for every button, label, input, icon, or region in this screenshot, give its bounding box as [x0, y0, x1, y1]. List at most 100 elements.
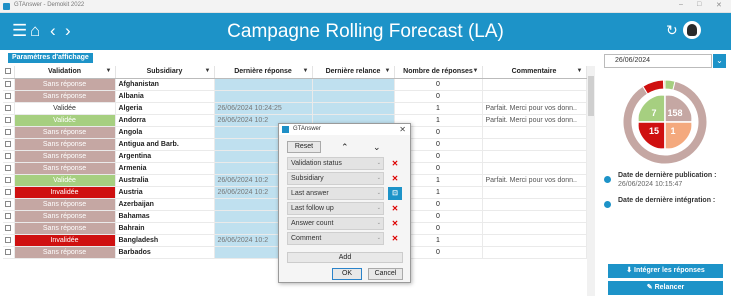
select-all-checkbox[interactable]: [3, 66, 15, 79]
filter-dropdown-icon[interactable]: ▼: [577, 68, 583, 74]
remove-icon[interactable]: ✕: [388, 172, 402, 185]
column-list-item[interactable]: Last follow up ⌄ ✕: [287, 202, 403, 215]
row-checkbox[interactable]: [3, 90, 15, 103]
grid-scrollbar[interactable]: [587, 66, 595, 296]
chevron-down-icon: ⌄: [376, 160, 381, 166]
app-icon: [3, 3, 10, 10]
chevron-down-icon: ⌄: [376, 175, 381, 181]
row-checkbox[interactable]: [3, 210, 15, 224]
add-button[interactable]: Add: [287, 252, 403, 263]
row-checkbox[interactable]: [3, 138, 15, 151]
display-settings-button[interactable]: Paramètres d'affichage: [8, 53, 93, 63]
row-checkbox[interactable]: [3, 198, 15, 212]
column-list-item[interactable]: Last answer ⌄ ⊡: [287, 187, 403, 200]
integrate-responses-button[interactable]: ⬇ Intégrer les réponses: [608, 264, 723, 278]
filter-dropdown-icon[interactable]: ▼: [473, 68, 479, 74]
reset-button[interactable]: Reset: [287, 141, 321, 153]
status-donut-chart: 7 158 15 1: [622, 79, 708, 165]
subsidiary-cell: Angola: [115, 126, 215, 139]
validation-status-cell[interactable]: Sans réponse: [14, 138, 116, 151]
maximize-button[interactable]: □: [697, 1, 701, 8]
row-checkbox[interactable]: [3, 222, 15, 236]
donut-ring-slice: [663, 79, 666, 90]
minimize-button[interactable]: –: [679, 1, 683, 8]
column-header-subsidiary[interactable]: Subsidiary ▼: [115, 66, 215, 79]
column-select[interactable]: Last follow up ⌄: [287, 202, 384, 215]
row-checkbox[interactable]: [3, 246, 15, 260]
move-up-icon[interactable]: ⌃: [341, 141, 349, 153]
date-select[interactable]: 26/06/2024: [604, 54, 712, 68]
chevron-down-icon[interactable]: ⌄: [713, 54, 726, 68]
remove-icon[interactable]: ✕: [388, 217, 402, 230]
column-header-last-answer[interactable]: Dernière réponse ▼: [214, 66, 313, 79]
validation-status-cell[interactable]: Sans réponse: [14, 198, 116, 212]
column-select[interactable]: Last answer ⌄: [287, 187, 384, 200]
last-answer-cell: 26/06/2024 10:24:25: [214, 102, 313, 115]
close-icon[interactable]: ✕: [399, 124, 406, 135]
validation-status-cell[interactable]: Sans réponse: [14, 78, 116, 91]
row-checkbox[interactable]: [3, 78, 15, 91]
column-header-comment[interactable]: Commentaire ▼: [482, 66, 587, 79]
validation-status-cell[interactable]: Sans réponse: [14, 90, 116, 103]
dialog-title: GTAnswer: [279, 124, 410, 135]
remove-icon[interactable]: ✕: [388, 157, 402, 170]
column-select[interactable]: Answer count ⌄: [287, 217, 384, 230]
last-integration-label: Date de dernière intégration :: [618, 197, 716, 204]
comment-cell: [482, 210, 587, 224]
filter-dropdown-icon[interactable]: ▼: [106, 68, 112, 74]
app-header: ☰ ⌂ ‹ › Campagne Rolling Forecast (LA) ↻: [0, 13, 731, 50]
row-checkbox[interactable]: [3, 150, 15, 163]
row-checkbox[interactable]: [3, 234, 15, 248]
column-list-item[interactable]: Validation status ⌄ ✕: [287, 157, 403, 170]
chevron-down-icon: ⌄: [376, 205, 381, 211]
refresh-icon[interactable]: ↻: [666, 22, 678, 39]
validation-status-cell[interactable]: Sans réponse: [14, 210, 116, 224]
validation-status-cell[interactable]: Validée: [14, 114, 116, 127]
column-header-answer-count[interactable]: Nombre de réponses ▼: [394, 66, 483, 79]
move-down-icon[interactable]: ⌄: [373, 141, 381, 153]
page-title: Campagne Rolling Forecast (LA): [227, 21, 504, 42]
last-followup-cell: [312, 102, 395, 115]
validation-status-cell[interactable]: Sans réponse: [14, 246, 116, 260]
column-list-item[interactable]: Answer count ⌄ ✕: [287, 217, 403, 230]
column-header-validation[interactable]: Validation ▼: [14, 66, 116, 79]
validation-status-cell[interactable]: Validée: [14, 102, 116, 115]
validation-status-cell[interactable]: Sans réponse: [14, 150, 116, 163]
relaunch-button[interactable]: ✎ Relancer: [608, 281, 723, 295]
validation-status-cell[interactable]: Invalidée: [14, 234, 116, 248]
table-row[interactable]: Validée Algeria 26/06/2024 10:24:25 1 Parfai…: [3, 102, 587, 115]
avatar[interactable]: [683, 21, 701, 39]
column-select[interactable]: Comment ⌄: [287, 232, 384, 245]
filter-dropdown-icon[interactable]: ▼: [385, 68, 391, 74]
table-row[interactable]: Sans réponse Afghanistan 0: [3, 78, 587, 91]
validation-status-cell[interactable]: Sans réponse: [14, 126, 116, 139]
column-list-item[interactable]: Subsidiary ⌄ ✕: [287, 172, 403, 185]
row-checkbox[interactable]: [3, 114, 15, 127]
chevron-down-icon: ⌄: [376, 235, 381, 241]
donut-value-label: 158: [667, 108, 682, 118]
validation-status-cell[interactable]: Invalidée: [14, 186, 116, 199]
filter-dropdown-icon[interactable]: ▼: [303, 68, 309, 74]
column-select[interactable]: Subsidiary ⌄: [287, 172, 384, 185]
scrollbar-thumb[interactable]: [588, 76, 594, 116]
validation-status-cell[interactable]: Sans réponse: [14, 162, 116, 175]
row-checkbox[interactable]: [3, 186, 15, 199]
close-window-button[interactable]: ✕: [716, 1, 722, 9]
row-checkbox[interactable]: [3, 102, 15, 115]
column-list-item[interactable]: Comment ⌄ ✕: [287, 232, 403, 245]
row-checkbox[interactable]: [3, 174, 15, 187]
table-row[interactable]: Sans réponse Albania 0: [3, 90, 587, 103]
column-select[interactable]: Validation status ⌄: [287, 157, 384, 170]
drag-handle-icon[interactable]: ⊡: [388, 187, 402, 200]
filter-dropdown-icon[interactable]: ▼: [205, 68, 211, 74]
remove-icon[interactable]: ✕: [388, 232, 402, 245]
donut-ring-slice: [642, 79, 665, 95]
ok-button[interactable]: OK: [332, 268, 362, 280]
column-header-last-followup[interactable]: Dernière relance ▼: [312, 66, 395, 79]
validation-status-cell[interactable]: Sans réponse: [14, 222, 116, 236]
row-checkbox[interactable]: [3, 126, 15, 139]
cancel-button[interactable]: Cancel: [368, 268, 403, 280]
remove-icon[interactable]: ✕: [388, 202, 402, 215]
validation-status-cell[interactable]: Validée: [14, 174, 116, 187]
row-checkbox[interactable]: [3, 162, 15, 175]
